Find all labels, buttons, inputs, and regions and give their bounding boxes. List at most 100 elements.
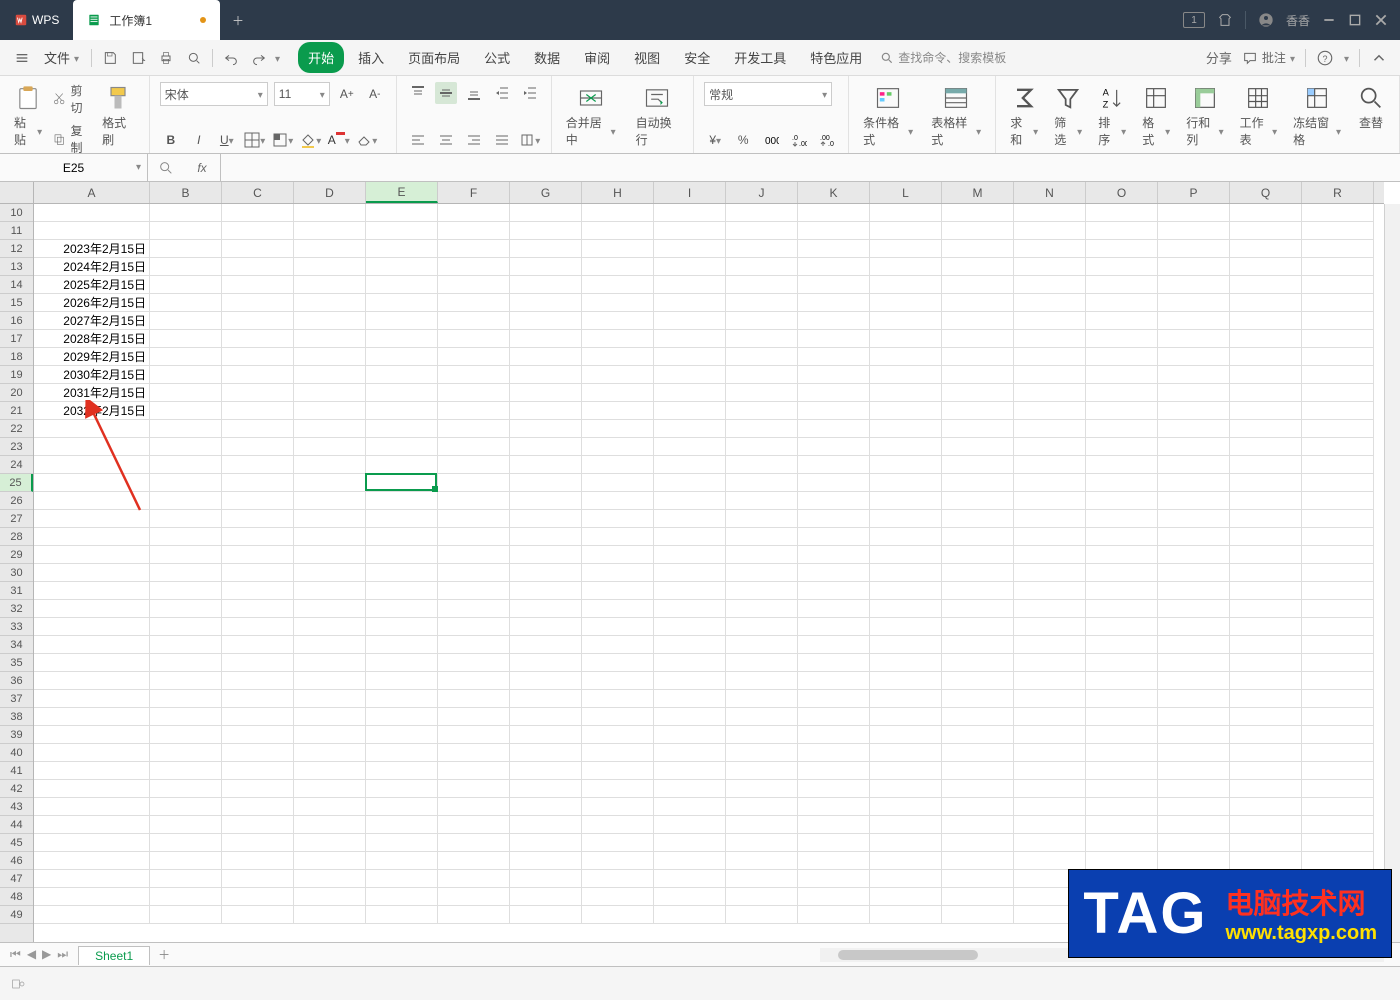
cell-M16[interactable] [942,312,1014,330]
cell-D23[interactable] [294,438,366,456]
cell-O35[interactable] [1086,654,1158,672]
cell-L45[interactable] [870,834,942,852]
cell-F17[interactable] [438,330,510,348]
cell-C19[interactable] [222,366,294,384]
cell-B37[interactable] [150,690,222,708]
cell-Q45[interactable] [1230,834,1302,852]
cell-A12[interactable]: 2023年2月15日 [34,240,150,258]
orientation-icon[interactable] [519,129,541,151]
collapse-ribbon-icon[interactable] [1370,49,1388,67]
cell-H20[interactable] [582,384,654,402]
cell-F41[interactable] [438,762,510,780]
justify-icon[interactable] [491,129,513,151]
cell-I23[interactable] [654,438,726,456]
cell-I28[interactable] [654,528,726,546]
cell-N39[interactable] [1014,726,1086,744]
cell-N29[interactable] [1014,546,1086,564]
cell-B23[interactable] [150,438,222,456]
cell-A13[interactable]: 2024年2月15日 [34,258,150,276]
cell-R41[interactable] [1302,762,1374,780]
cell-A10[interactable] [34,204,150,222]
cell-E37[interactable] [366,690,438,708]
cell-K13[interactable] [798,258,870,276]
new-tab-button[interactable]: ＋ [220,0,256,40]
cell-L41[interactable] [870,762,942,780]
qat-dropdown[interactable] [275,50,280,65]
cell-F13[interactable] [438,258,510,276]
cell-R33[interactable] [1302,618,1374,636]
cell-A21[interactable]: 2032年2月15日 [34,402,150,420]
cell-N16[interactable] [1014,312,1086,330]
menu-特色应用[interactable]: 特色应用 [800,42,872,73]
cell-F14[interactable] [438,276,510,294]
cell-C12[interactable] [222,240,294,258]
cell-M37[interactable] [942,690,1014,708]
cell-M17[interactable] [942,330,1014,348]
cell-P17[interactable] [1158,330,1230,348]
cell-P10[interactable] [1158,204,1230,222]
cell-J36[interactable] [726,672,798,690]
col-header-N[interactable]: N [1014,182,1086,203]
cell-P41[interactable] [1158,762,1230,780]
cell-D19[interactable] [294,366,366,384]
cell-M31[interactable] [942,582,1014,600]
cell-E28[interactable] [366,528,438,546]
cell-N41[interactable] [1014,762,1086,780]
cell-K37[interactable] [798,690,870,708]
cell-N45[interactable] [1014,834,1086,852]
cell-N31[interactable] [1014,582,1086,600]
col-header-E[interactable]: E [366,182,438,203]
cell-J15[interactable] [726,294,798,312]
cell-E21[interactable] [366,402,438,420]
cell-M13[interactable] [942,258,1014,276]
cell-O29[interactable] [1086,546,1158,564]
cell-B29[interactable] [150,546,222,564]
cell-K10[interactable] [798,204,870,222]
cell-R40[interactable] [1302,744,1374,762]
cell-F22[interactable] [438,420,510,438]
row-header-23[interactable]: 23 [0,438,33,456]
cell-M41[interactable] [942,762,1014,780]
cell-E36[interactable] [366,672,438,690]
cell-I11[interactable] [654,222,726,240]
row-header-27[interactable]: 27 [0,510,33,528]
cell-E24[interactable] [366,456,438,474]
cell-N25[interactable] [1014,474,1086,492]
cell-G34[interactable] [510,636,582,654]
cell-N20[interactable] [1014,384,1086,402]
vertical-scrollbar[interactable] [1384,204,1400,942]
col-header-G[interactable]: G [510,182,582,203]
cell-G19[interactable] [510,366,582,384]
cell-I32[interactable] [654,600,726,618]
cell-I21[interactable] [654,402,726,420]
cell-B45[interactable] [150,834,222,852]
cell-P20[interactable] [1158,384,1230,402]
cell-C13[interactable] [222,258,294,276]
cell-C36[interactable] [222,672,294,690]
cell-N32[interactable] [1014,600,1086,618]
cell-L24[interactable] [870,456,942,474]
cell-D39[interactable] [294,726,366,744]
cell-H33[interactable] [582,618,654,636]
cell-I40[interactable] [654,744,726,762]
cell-Q20[interactable] [1230,384,1302,402]
cell-B27[interactable] [150,510,222,528]
cell-I29[interactable] [654,546,726,564]
cell-L10[interactable] [870,204,942,222]
cell-D37[interactable] [294,690,366,708]
cell-P24[interactable] [1158,456,1230,474]
cell-R18[interactable] [1302,348,1374,366]
cell-K34[interactable] [798,636,870,654]
cell-H47[interactable] [582,870,654,888]
cell-F45[interactable] [438,834,510,852]
cell-G11[interactable] [510,222,582,240]
sheet-nav-next-icon[interactable]: ▶ [42,947,51,962]
cell-O23[interactable] [1086,438,1158,456]
cell-R43[interactable] [1302,798,1374,816]
cell-R25[interactable] [1302,474,1374,492]
cell-O34[interactable] [1086,636,1158,654]
cell-E43[interactable] [366,798,438,816]
cell-E29[interactable] [366,546,438,564]
cell-K40[interactable] [798,744,870,762]
cell-A17[interactable]: 2028年2月15日 [34,330,150,348]
